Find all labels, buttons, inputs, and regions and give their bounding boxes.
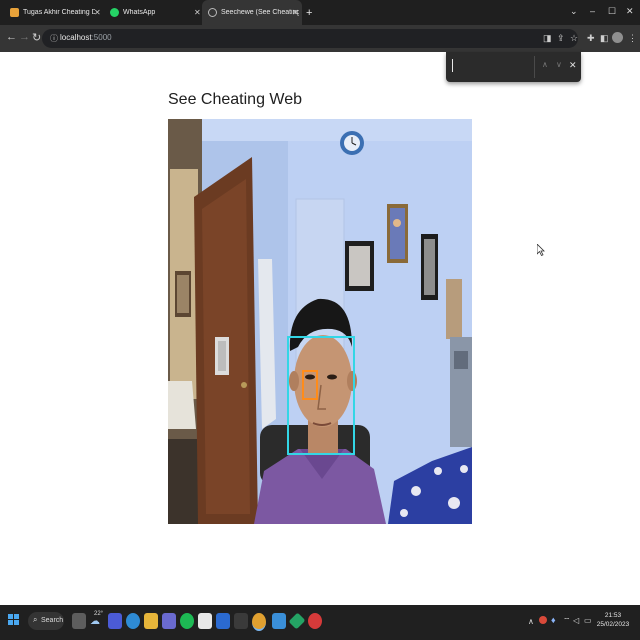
url-port: :5000	[91, 33, 112, 42]
find-input-caret[interactable]	[452, 59, 453, 72]
reload-icon[interactable]: ↻	[32, 31, 41, 44]
search-icon: ⌕	[33, 615, 38, 624]
weather-temp: 22°	[94, 611, 104, 617]
profile-avatar[interactable]	[612, 32, 623, 43]
clock-date: 25/02/2023	[596, 621, 630, 628]
clock-time: 21:53	[604, 612, 622, 619]
tab-tugas-akhir[interactable]: Tugas Akhir Cheating Detection ✕	[4, 0, 104, 25]
globe-icon	[208, 8, 217, 17]
info-icon[interactable]: ⓘ	[50, 33, 58, 44]
webcam-feed	[168, 119, 472, 524]
webcam-frame	[168, 119, 472, 524]
tab-whatsapp[interactable]: WhatsApp ✕	[104, 0, 202, 25]
mouse-cursor-icon	[537, 244, 545, 256]
find-divider	[534, 56, 535, 78]
tray-overflow-icon[interactable]: ∧	[528, 617, 534, 626]
bookmark-star-icon[interactable]: ☆	[570, 33, 578, 44]
word-icon[interactable]	[216, 613, 230, 629]
spotify-icon[interactable]	[180, 613, 194, 629]
app-icon[interactable]	[308, 613, 322, 629]
new-tab-button[interactable]: +	[306, 0, 320, 25]
battery-icon[interactable]: ▭	[584, 616, 592, 625]
page-title: See Cheating Web	[168, 91, 303, 108]
find-prev-icon[interactable]: ∧	[542, 60, 548, 69]
tray-app-icon[interactable]	[539, 616, 547, 624]
weather-widget[interactable]: ☁ 22°	[90, 611, 104, 627]
file-explorer-icon[interactable]	[144, 613, 158, 629]
find-in-page-bar: ∧ ∨ ✕	[446, 52, 581, 82]
wifi-icon[interactable]: ⌔	[563, 616, 571, 626]
maximize-icon[interactable]: ☐	[608, 6, 616, 17]
tab-title: WhatsApp	[123, 9, 156, 16]
clock[interactable]: 21:53 25/02/2023	[596, 611, 630, 629]
side-panel-icon[interactable]: ◧	[600, 33, 609, 44]
app-icon[interactable]	[272, 613, 286, 629]
chrome-icon[interactable]	[252, 613, 266, 631]
url-text[interactable]: localhost:5000	[60, 33, 112, 42]
extensions-icon[interactable]: ✚	[587, 33, 595, 44]
teams-icon[interactable]	[108, 613, 122, 629]
address-bar[interactable]	[42, 29, 578, 48]
minimize-icon[interactable]: –	[590, 6, 595, 16]
share-icon[interactable]: ⇪	[557, 33, 565, 44]
close-tab-icon[interactable]: ✕	[94, 8, 101, 17]
url-host: localhost	[60, 33, 92, 42]
tab-seechewe[interactable]: Seechewe (See Cheating Web) ✕	[202, 0, 302, 25]
microphone-icon[interactable]: ♦	[551, 615, 556, 625]
tab-title: Seechewe (See Cheating Web)	[221, 9, 299, 16]
task-view-icon[interactable]	[72, 613, 86, 629]
back-icon[interactable]: ←	[6, 31, 17, 43]
find-close-icon[interactable]: ✕	[569, 60, 577, 71]
notepad-icon[interactable]	[198, 613, 212, 629]
favicon-icon	[10, 8, 19, 17]
cloud-icon: ☁	[90, 616, 100, 627]
search-label: Search	[41, 617, 64, 624]
volume-icon[interactable]: ◁	[573, 616, 579, 625]
windows-start-icon[interactable]	[8, 614, 20, 626]
edge-icon[interactable]	[126, 613, 140, 629]
find-next-icon[interactable]: ∨	[556, 60, 562, 69]
page-action-icon[interactable]: ◨	[543, 33, 552, 44]
menu-kebab-icon[interactable]: ⋮	[628, 33, 637, 44]
close-tab-icon[interactable]: ✕	[194, 8, 201, 17]
tab-title: Tugas Akhir Cheating Detection	[23, 9, 95, 16]
forward-icon[interactable]: →	[19, 31, 30, 43]
close-tab-icon[interactable]: ✕	[292, 8, 299, 17]
close-window-icon[interactable]: ✕	[626, 6, 634, 17]
terminal-icon[interactable]	[234, 613, 248, 629]
whatsapp-icon	[110, 8, 119, 17]
store-icon[interactable]	[162, 613, 176, 629]
taskbar-search-box[interactable]: ⌕ Search	[28, 612, 64, 630]
tab-search-icon[interactable]: ⌄	[570, 6, 578, 17]
